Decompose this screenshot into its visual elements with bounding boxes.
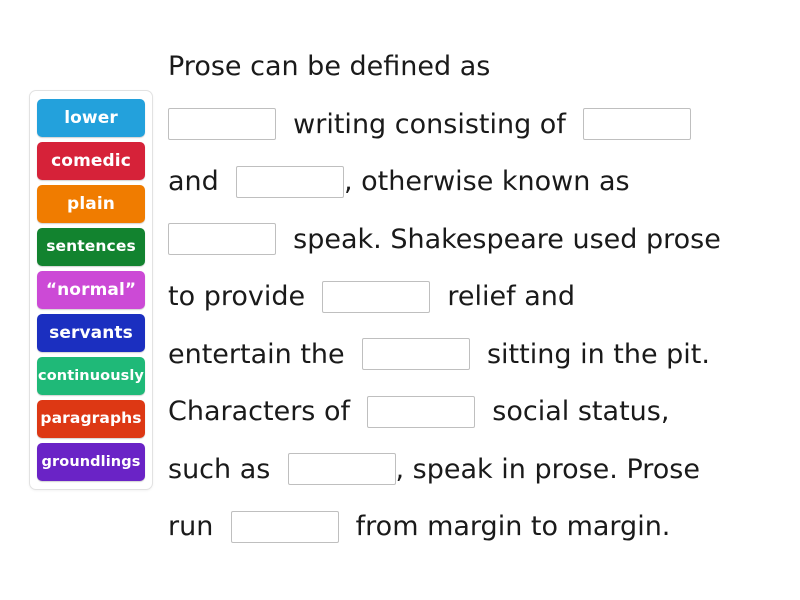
answer-blank-4[interactable] [168, 223, 276, 256]
word-tile-servants[interactable]: servants [37, 314, 145, 352]
cloze-line: Characters of social status, [168, 383, 780, 441]
answer-blank-1[interactable] [168, 108, 276, 141]
cloze-line: entertain the sitting in the pit. [168, 326, 780, 384]
cloze-line: writing consisting of [168, 96, 780, 154]
word-tile-continuously[interactable]: continuously [37, 357, 145, 395]
cloze-text: entertain the [168, 338, 362, 370]
cloze-line: such as , speak in prose. Prose [168, 441, 780, 499]
cloze-line: Prose can be defined as [168, 38, 780, 96]
cloze-text: from margin to margin. [338, 511, 671, 543]
word-bank-panel: lower comedic plain sentences “normal” servan… [29, 90, 153, 490]
cloze-text: writing consisting of [276, 108, 583, 140]
answer-blank-6[interactable] [361, 338, 470, 371]
cloze-passage: Prose can be defined as writing consisti… [168, 38, 780, 556]
cloze-text: to provide [168, 281, 323, 313]
word-tile-paragraphs[interactable]: paragraphs [37, 400, 145, 438]
cloze-text: relief and [430, 281, 576, 313]
answer-blank-3[interactable] [235, 165, 344, 198]
cloze-line: run from margin to margin. [168, 498, 780, 556]
answer-blank-8[interactable] [287, 453, 396, 486]
cloze-text: such as [168, 453, 288, 485]
word-tile-sentences[interactable]: sentences [37, 228, 145, 266]
word-tile-comedic[interactable]: comedic [37, 142, 145, 180]
cloze-text: and [168, 166, 236, 198]
cloze-text: Prose can be defined as [168, 51, 491, 83]
cloze-text: Characters of [168, 396, 368, 428]
answer-blank-2[interactable] [583, 108, 691, 141]
word-tile-normal[interactable]: “normal” [37, 271, 145, 309]
cloze-text: social status, [475, 396, 670, 428]
cloze-text: speak. Shakespeare used prose [276, 223, 721, 255]
cloze-line: and , otherwise known as [168, 153, 780, 211]
cloze-text: , speak in prose. Prose [395, 453, 700, 485]
activity-stage: lower comedic plain sentences “normal” servan… [0, 0, 800, 600]
cloze-line: speak. Shakespeare used prose [168, 211, 780, 269]
answer-blank-7[interactable] [367, 395, 476, 428]
word-tile-groundlings[interactable]: groundlings [37, 443, 145, 481]
cloze-line: to provide relief and [168, 268, 780, 326]
cloze-text: , otherwise known as [343, 166, 630, 198]
answer-blank-5[interactable] [322, 280, 431, 313]
cloze-text: run [168, 511, 231, 543]
cloze-text: sitting in the pit. [469, 338, 710, 370]
word-tile-lower[interactable]: lower [37, 99, 145, 137]
word-tile-plain[interactable]: plain [37, 185, 145, 223]
answer-blank-9[interactable] [230, 510, 339, 543]
